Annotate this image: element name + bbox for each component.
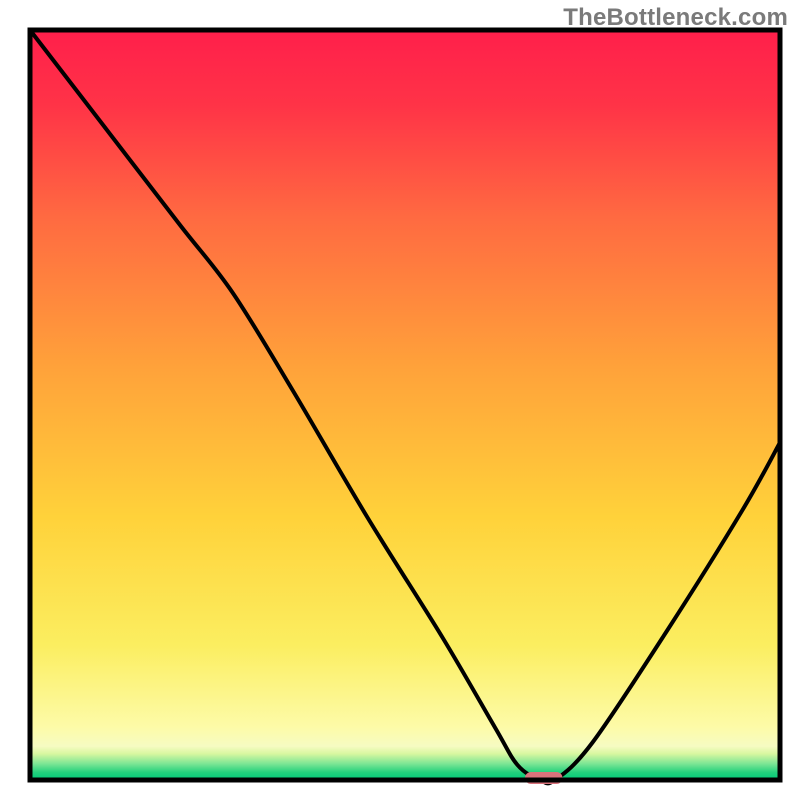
plot-background-gradient [30,30,780,780]
watermark-text: TheBottleneck.com [563,4,788,32]
chart-frame: TheBottleneck.com [0,0,800,800]
bottleneck-plot [0,0,800,800]
